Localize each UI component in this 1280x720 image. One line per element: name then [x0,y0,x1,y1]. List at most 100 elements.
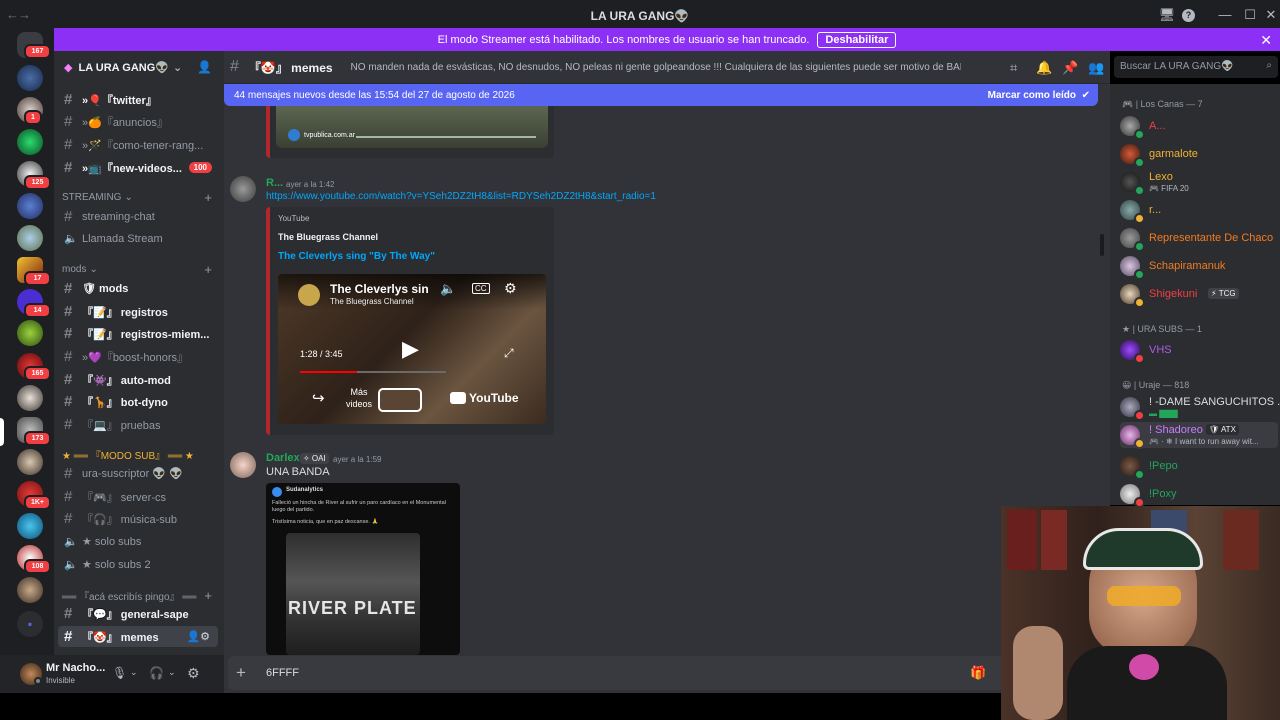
embed-author[interactable]: The Bluegrass Channel [278,232,378,242]
video-progress-track[interactable] [300,371,446,373]
message-author[interactable]: Darlex [266,452,300,464]
add-channel-icon[interactable]: + [204,588,212,603]
message-link[interactable]: https://www.youtube.com/watch?v=YSeh2DZ2… [266,191,656,202]
member-item[interactable]: Representante De Chaco [1120,225,1278,252]
add-channel-icon[interactable]: + [204,262,212,277]
more-videos-thumbnail[interactable] [378,388,422,412]
channel-como-tener-rango[interactable]: # »🪄『como-tener-rang... [58,134,218,155]
channel-mods[interactable]: # 🛡 mods [58,278,218,299]
category-streaming[interactable]: STREAMING ⌄ + [62,188,212,206]
member-item[interactable]: A... [1120,113,1278,140]
message-input-text[interactable]: 6FFFF [266,667,299,679]
channel-boost-honors[interactable]: # »💜『boost-honors』 [58,346,218,367]
more-videos-label[interactable]: Más videos [344,386,374,410]
member-item[interactable]: !Poxy [1120,481,1278,508]
member-item[interactable]: r... [1120,197,1278,224]
server-icon[interactable] [17,129,43,155]
members-icon[interactable]: 👥 [1088,60,1104,76]
message-author[interactable]: R... [266,177,283,189]
headphones-icon[interactable]: 🎧 [149,666,164,680]
status-icon [1134,213,1145,224]
channel-twitter[interactable]: # »🎈『twitter』 [58,89,218,110]
member-item[interactable]: !Pepo [1120,453,1278,480]
new-messages-bar[interactable]: 44 mensajes nuevos desde las 15:54 del 2… [224,84,1098,106]
member-item[interactable]: Shigekuni ⚡ TCG [1120,281,1278,308]
server-icon[interactable] [17,577,43,603]
avatar[interactable] [230,452,256,478]
voice-channel-solo-subs-2[interactable]: 🔈 ★ solo subs 2 [58,554,218,575]
share-icon[interactable]: ↪ [312,389,325,407]
pin-icon[interactable]: 📌 [1062,60,1078,76]
channel-registros[interactable]: # 『📝』 registros [58,301,218,322]
server-icon[interactable] [17,449,43,475]
video-player[interactable]: The Cleverlys sin The Bluegrass Channel … [278,274,546,424]
search-input[interactable]: Buscar LA URA GANG👽 ⌕ [1114,56,1278,78]
embed-title[interactable]: The Cleverlys sing "By The Way" [278,251,435,262]
play-icon[interactable]: ▶ [402,336,419,362]
channel-streaming-chat[interactable]: # streaming-chat [58,206,218,227]
server-icon[interactable] [17,193,43,219]
channel-label: ★ solo subs 2 [82,559,151,571]
channel-badge: 100 [188,162,212,173]
minimize-button[interactable]: — [1216,6,1234,24]
settings-gear-icon[interactable]: ⚙ [187,665,200,682]
channel-bot-dyno[interactable]: # 『🦒』 bot-dyno [58,391,218,412]
microphone-icon[interactable]: 🎙 [112,666,127,680]
server-tag[interactable]: ✧ OAI [300,453,329,464]
message-input[interactable]: + 6FFFF 🎁 [228,656,1008,690]
server-icon[interactable] [17,225,43,251]
bell-icon[interactable]: 🔔 [1036,60,1052,76]
volume-icon[interactable]: 🔈 [440,281,456,297]
tweet-screenshot[interactable]: Sudanalytics Falleció un hincha de River… [266,483,460,655]
server-icon[interactable] [17,513,43,539]
channel-musica-sub[interactable]: # 『🎧』 música-sub [58,508,218,529]
channel-registros-miembros[interactable]: # 『📝』 registros-miem... [58,323,218,344]
gift-icon[interactable]: 🎁 [970,665,986,681]
server-icon[interactable] [17,65,43,91]
disable-streamer-button[interactable]: Deshabilitar [817,31,897,48]
boost-icon: ◆ [64,61,73,74]
close-window-button[interactable]: ✕ [1262,6,1280,24]
folder-icon[interactable]: ▪ [17,611,43,637]
channel-auto-mod[interactable]: # 『👾』 auto-mod [58,369,218,390]
voice-channel-llamada-stream[interactable]: 🔈 Llamada Stream [58,228,218,249]
member-item[interactable]: Lexo 🎮 FIFA 20 [1120,169,1278,196]
maximize-button[interactable]: ☐ [1241,6,1259,24]
scrollbar-thumb[interactable] [1100,234,1104,256]
member-item[interactable]: Schapiramanuk [1120,253,1278,280]
guild-header[interactable]: ◆ LA URA GANG👽 ⌄ 👤 [54,51,224,83]
member-item[interactable]: ! -DAME SANGUCHITOS ... ▬ ▇▇▇ [1120,394,1280,421]
chevron-down-icon[interactable]: ⌄ [168,667,176,678]
channel-ura-suscriptor[interactable]: # ura-suscriptor 👽 👽 [58,463,218,484]
channel-anuncios[interactable]: # »🍊『anuncios』 [58,111,218,132]
voice-channel-solo-subs[interactable]: 🔈 ★ solo subs [58,531,218,552]
inbox-icon[interactable]: 🖥 [1158,6,1176,24]
close-icon[interactable]: ✕ [1260,32,1272,49]
captions-icon[interactable]: CC [472,283,490,294]
server-icon[interactable] [17,385,43,411]
category-mods[interactable]: mods ⌄ + [62,260,212,278]
member-item[interactable]: ! Shadoreo 🛡 ATX 🎮 · ❄ I want to run away … [1120,422,1278,449]
member-item[interactable]: VHS [1120,337,1278,364]
member-item[interactable]: garmalote [1120,141,1278,168]
help-icon[interactable]: ? [1182,9,1195,22]
fullscreen-icon[interactable]: ⤢ [504,346,514,361]
avatar[interactable] [230,176,256,202]
settings-gear-icon[interactable]: 👤⚙ [186,630,210,643]
channel-server-cs[interactable]: # 『🎮』 server-cs [58,486,218,507]
add-attachment-icon[interactable]: + [236,663,246,683]
mark-as-read-button[interactable]: Marcar como leído [988,90,1076,101]
channel-topic[interactable]: NO manden nada de esvásticas, NO desnudo… [351,62,961,73]
server-icon[interactable] [17,320,43,346]
channel-new-videos[interactable]: # »📺『new-videos... 100 [58,157,218,178]
threads-icon[interactable]: ⌗ [1010,60,1017,76]
category-aca-escribis[interactable]: ══ 『acá escribís pingo』 ══ + [62,586,212,604]
channel-memes[interactable]: # 『🤡』 memes 👤⚙ [58,626,218,647]
add-channel-icon[interactable]: + [204,190,212,205]
channel-pruebas[interactable]: # 『💻』 pruebas [58,414,218,435]
channel-general-sape[interactable]: # 『💬』 general-sape [58,603,218,624]
category-modo-sub[interactable]: ★ ══ 『MODO SUB』 ══ ★ [62,445,212,463]
chevron-down-icon[interactable]: ⌄ [130,667,138,678]
invite-icon[interactable]: 👤 [197,60,212,74]
settings-gear-icon[interactable]: ⚙ [504,280,517,297]
